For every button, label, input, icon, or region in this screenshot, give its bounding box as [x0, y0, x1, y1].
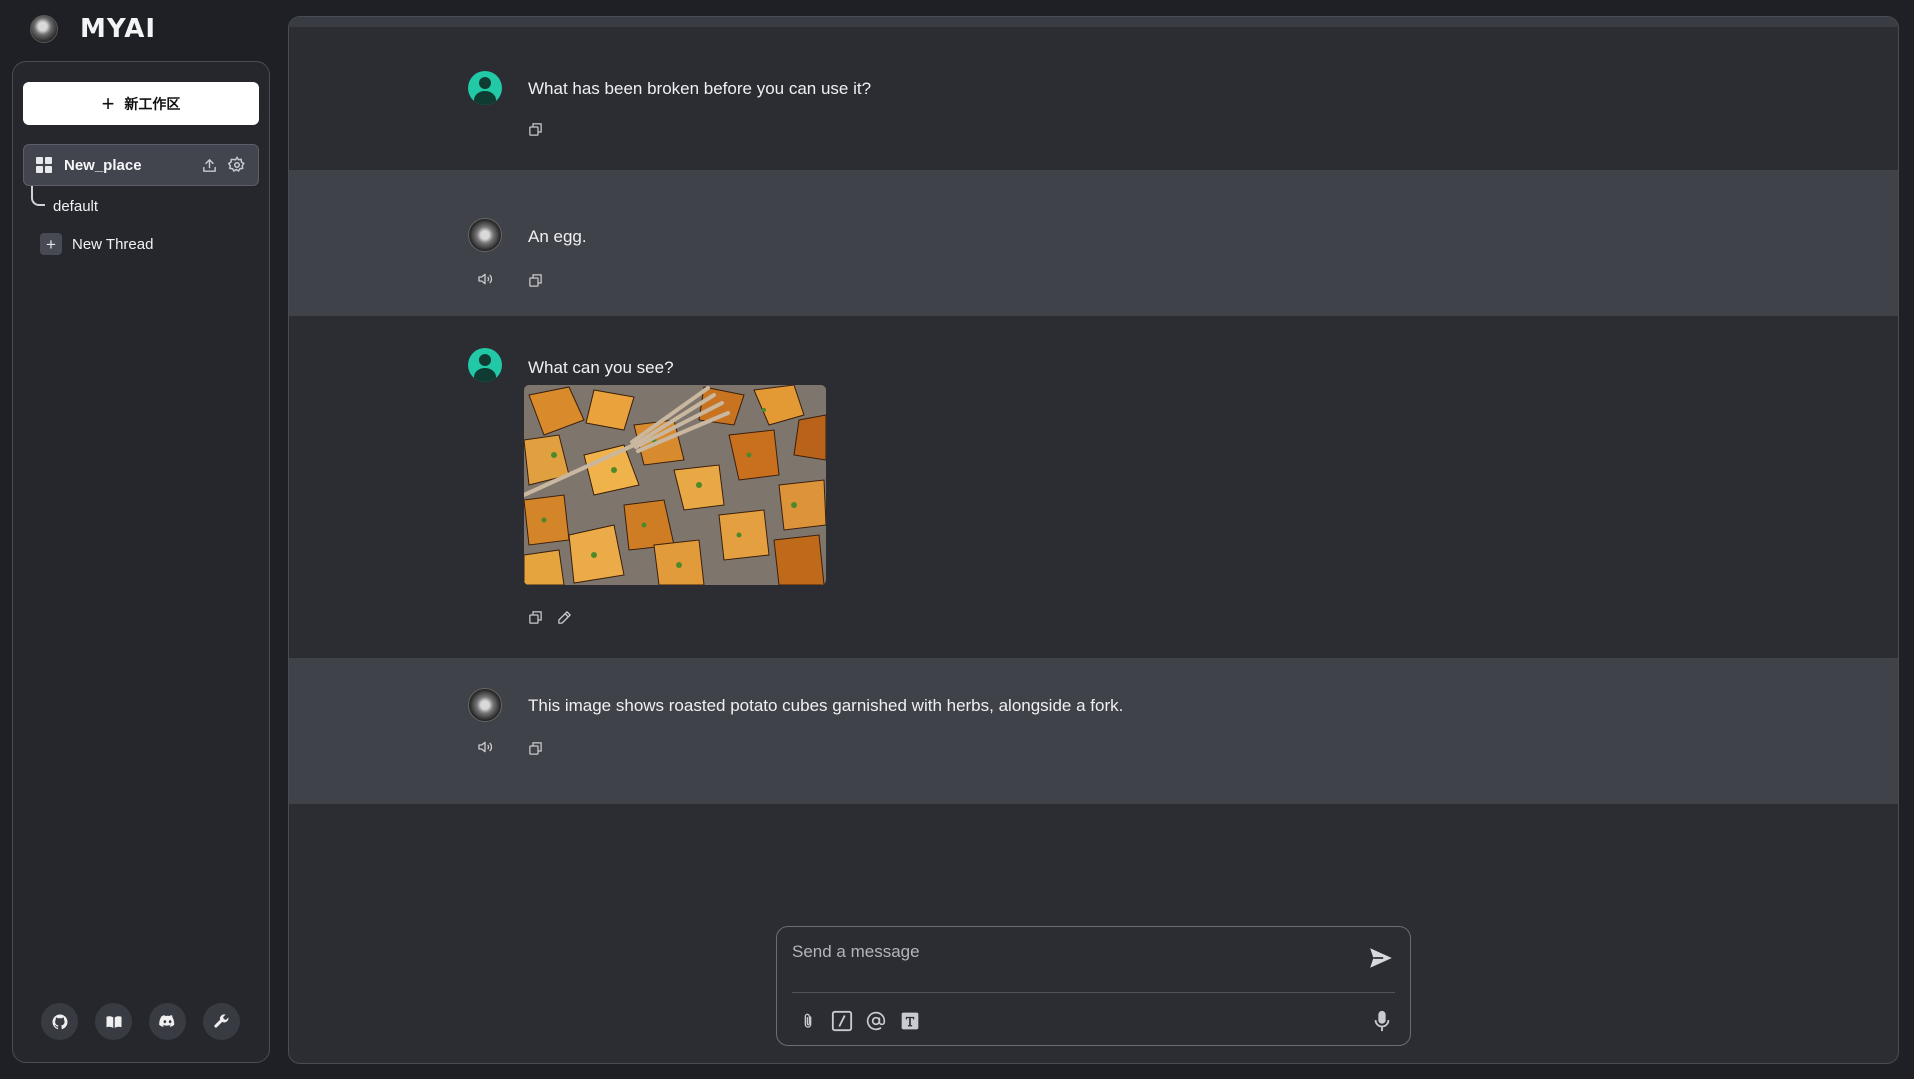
github-icon[interactable]: [41, 1003, 78, 1040]
message-input[interactable]: [792, 937, 1352, 967]
slash-command-icon[interactable]: [831, 1010, 853, 1032]
message-composer: [776, 926, 1411, 1046]
sidebar-footer: [41, 1003, 240, 1040]
chat-panel: What has been broken before you can use …: [288, 16, 1899, 1064]
chat-message-assistant: An egg.: [289, 170, 1898, 316]
user-avatar: [468, 71, 502, 105]
message-text: What can you see?: [528, 358, 674, 377]
at-mention-icon[interactable]: [865, 1010, 887, 1032]
plus-icon: +: [40, 233, 62, 255]
message-text: An egg.: [528, 227, 587, 246]
chat-message-user: What has been broken before you can use …: [289, 27, 1898, 170]
send-icon[interactable]: [1368, 945, 1394, 976]
workspace-name: New_place: [64, 156, 142, 174]
settings-gear-icon[interactable]: [228, 156, 246, 174]
assistant-avatar: [468, 218, 502, 252]
copy-icon[interactable]: [524, 737, 546, 759]
brand: MYAI: [30, 14, 156, 44]
assistant-avatar: [468, 688, 502, 722]
microphone-icon[interactable]: [1374, 1010, 1390, 1037]
plus-icon: +: [101, 90, 115, 116]
upload-icon[interactable]: [201, 157, 218, 174]
sidebar: + 新工作区 New_place default + New Thread: [12, 61, 270, 1063]
paperclip-icon[interactable]: [797, 1010, 819, 1032]
new-workspace-button[interactable]: + 新工作区: [23, 82, 259, 125]
docs-book-icon[interactable]: [95, 1003, 132, 1040]
speaker-icon[interactable]: [474, 736, 496, 758]
text-format-icon[interactable]: [899, 1010, 921, 1032]
new-thread-button[interactable]: + New Thread: [40, 233, 153, 255]
chat-message-assistant: This image shows roasted potato cubes ga…: [289, 658, 1898, 804]
speaker-icon[interactable]: [474, 268, 496, 290]
chat-top-bar: [289, 17, 1898, 27]
copy-icon[interactable]: [524, 606, 546, 628]
thread-branch-line: [31, 186, 45, 206]
roasted-potatoes-image[interactable]: [524, 385, 826, 585]
app-wordmark: MYAI: [80, 14, 157, 44]
copy-icon[interactable]: [524, 118, 546, 140]
message-text: What has been broken before you can use …: [528, 79, 872, 98]
workspace-item[interactable]: New_place: [23, 144, 259, 186]
composer-divider: [792, 992, 1395, 993]
app-logo: [30, 15, 58, 43]
discord-icon[interactable]: [149, 1003, 186, 1040]
workspace-grid-icon: [36, 157, 52, 173]
thread-item-default[interactable]: default: [53, 198, 98, 215]
edit-pencil-icon[interactable]: [553, 606, 575, 628]
copy-icon[interactable]: [524, 269, 546, 291]
new-thread-label: New Thread: [72, 235, 154, 253]
user-avatar: [468, 348, 502, 382]
message-text: This image shows roasted potato cubes ga…: [528, 696, 1124, 715]
wrench-icon[interactable]: [203, 1003, 240, 1040]
chat-message-user: What can you see?: [289, 316, 1898, 658]
new-workspace-label: 新工作区: [124, 95, 181, 112]
